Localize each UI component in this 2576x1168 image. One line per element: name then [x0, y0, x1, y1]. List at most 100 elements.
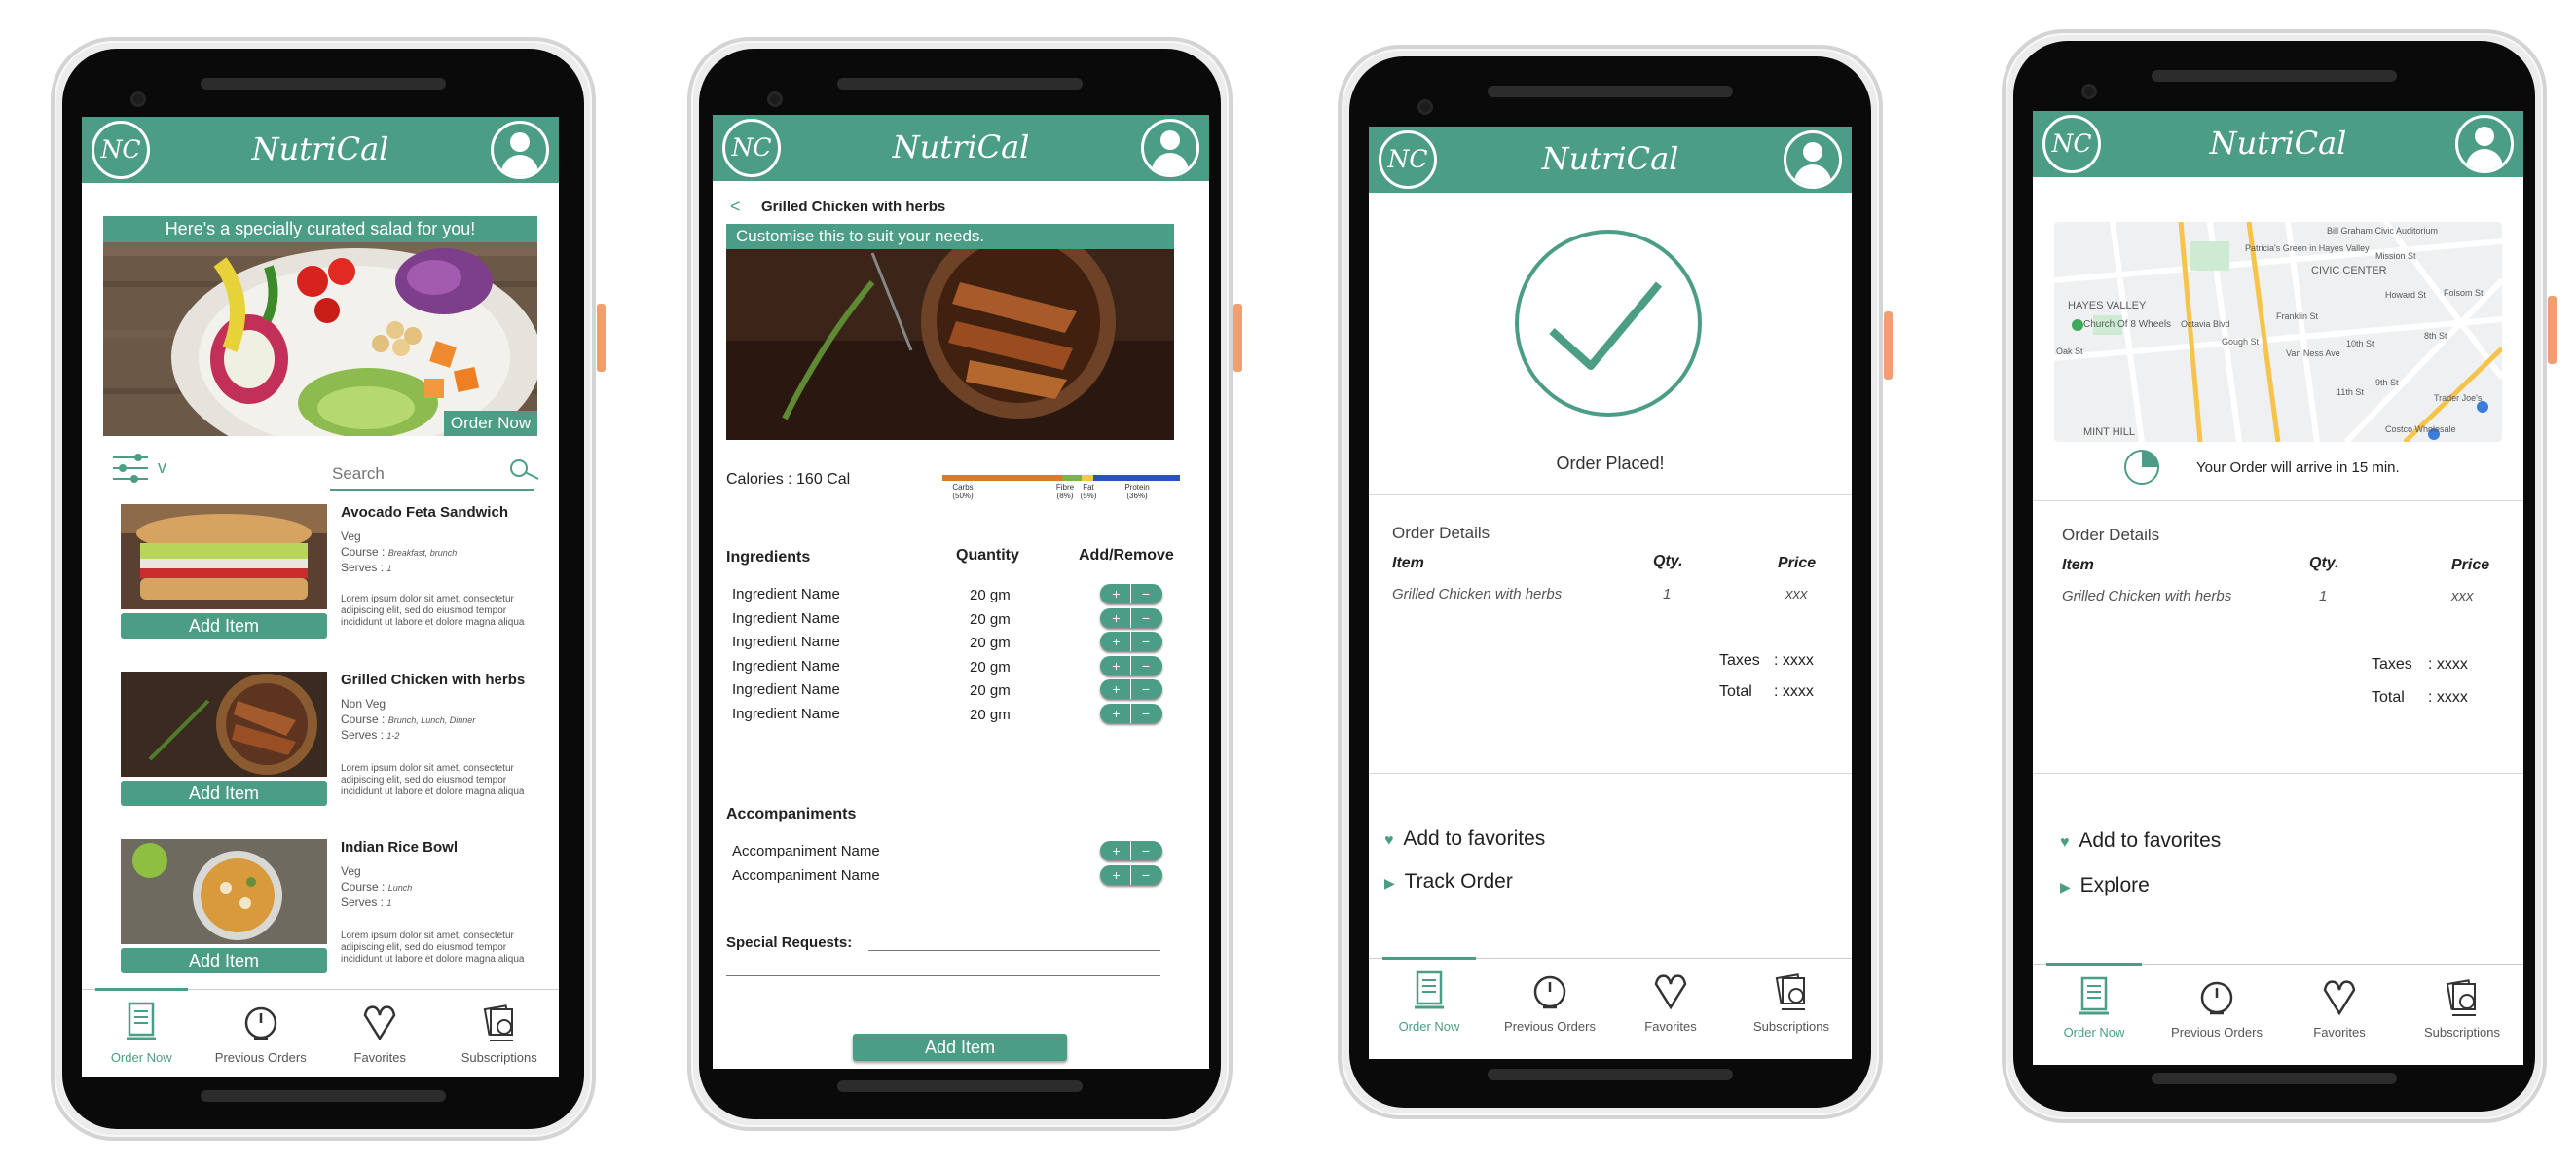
chin-speaker — [201, 1090, 446, 1102]
add-remove-stepper[interactable]: + − — [1100, 632, 1162, 651]
macro-segment — [1093, 475, 1180, 481]
app-title: NutriCal — [892, 128, 1030, 165]
delivery-map[interactable]: Bill Graham Civic Auditorium Patricia's G… — [2054, 222, 2502, 442]
back-button[interactable]: < — [730, 197, 741, 217]
list-item[interactable]: Add Item Avocado Feta Sandwich Veg Cours… — [121, 504, 530, 660]
order-now-button[interactable]: Order Now — [444, 411, 537, 436]
search-icon[interactable] — [507, 457, 540, 483]
add-remove-stepper[interactable]: + − — [1100, 607, 1162, 628]
delivery-progress-pie — [2124, 450, 2159, 485]
list-item[interactable]: Add Item Indian Rice Bowl Veg Course : L… — [121, 839, 530, 995]
tab-subscriptions[interactable]: Subscriptions — [1731, 959, 1852, 1046]
serves-label: Serves : — [341, 561, 385, 574]
add-to-favorites-link[interactable]: ♥ Add to favorites — [2060, 829, 2221, 853]
app-header: NC NutriCal — [82, 117, 559, 183]
add-item-button[interactable]: Add Item — [853, 1034, 1067, 1061]
banner-title: Here's a specially curated salad for you… — [103, 216, 537, 242]
tab-order-now[interactable]: Order Now — [1369, 957, 1490, 1046]
profile-avatar-icon[interactable] — [2455, 115, 2514, 173]
earpiece — [2152, 70, 2397, 82]
minus-button[interactable]: − — [1131, 656, 1160, 675]
add-remove-stepper[interactable]: + − — [1100, 679, 1162, 699]
map-label: Mission St — [2375, 251, 2416, 261]
tab-order-now[interactable]: Order Now — [2033, 963, 2155, 1052]
plus-button[interactable]: + — [1102, 607, 1131, 628]
add-remove-stepper[interactable]: + − — [1100, 584, 1162, 603]
add-remove-stepper[interactable]: + − — [1100, 864, 1162, 885]
tab-previous-orders[interactable]: Previous Orders — [202, 990, 321, 1077]
tab-order-now[interactable]: Order Now — [82, 988, 202, 1077]
col-price-header: Price — [2451, 557, 2490, 573]
item-description: Lorem ipsum dolor sit amet, consectetur … — [341, 763, 525, 797]
minus-button[interactable]: − — [1131, 841, 1160, 860]
plus-button[interactable]: + — [1102, 703, 1131, 723]
explore-link[interactable]: ▶ Explore — [2060, 874, 2150, 897]
filter-icon[interactable] — [111, 453, 150, 484]
power-button — [1884, 311, 1893, 380]
col-qty-header: Qty. — [2309, 555, 2339, 571]
checkmark-icon — [1515, 230, 1702, 417]
front-camera — [130, 91, 146, 107]
plus-button[interactable]: + — [1102, 841, 1131, 860]
tracking-screen: NC NutriCal Bill Graham Civic Auditorium… — [2033, 111, 2523, 1065]
tab-favorites[interactable]: Favorites — [1610, 959, 1731, 1046]
divider — [1369, 773, 1852, 774]
add-item-button[interactable]: Add Item — [121, 948, 327, 973]
course-label: Course : — [341, 545, 386, 559]
add-remove-stepper[interactable]: + − — [1100, 655, 1162, 675]
add-remove-stepper[interactable]: + − — [1100, 703, 1162, 723]
tab-previous-orders[interactable]: Previous Orders — [2155, 965, 2278, 1052]
minus-button[interactable]: − — [1131, 704, 1160, 723]
subscriptions-icon — [1775, 973, 1805, 1010]
plus-button[interactable]: + — [1102, 864, 1131, 885]
ingredient-qty: 20 gm — [970, 658, 1011, 675]
map-label: Costco Wholesale — [2385, 424, 2456, 434]
protein-label: Protein (36%) — [1124, 483, 1150, 500]
ingredient-name: Ingredient Name — [732, 657, 840, 675]
item-name: Grilled Chicken with herbs — [341, 672, 526, 688]
track-order-link[interactable]: ▶ Track Order — [1384, 870, 1513, 894]
tab-label: Order Now — [1398, 1019, 1460, 1034]
search-input[interactable] — [330, 461, 496, 487]
col-qty-header: Qty. — [1653, 553, 1683, 569]
minus-button[interactable]: − — [1131, 632, 1160, 651]
minus-button[interactable]: − — [1131, 584, 1160, 603]
plus-button[interactable]: + — [1102, 655, 1131, 675]
search-field[interactable] — [330, 459, 539, 491]
tab-previous-orders[interactable]: Previous Orders — [1490, 959, 1610, 1046]
special-requests-input-line-2[interactable] — [726, 975, 1160, 976]
add-to-favorites-link[interactable]: ♥ Add to favorites — [1384, 827, 1545, 851]
add-item-button[interactable]: Add Item — [121, 781, 327, 806]
minus-button[interactable]: − — [1131, 608, 1160, 628]
add-remove-stepper[interactable]: + − — [1100, 841, 1162, 860]
tab-subscriptions[interactable]: Subscriptions — [2401, 965, 2523, 1052]
tab-favorites[interactable]: Favorites — [2278, 965, 2401, 1052]
plus-button[interactable]: + — [1102, 632, 1131, 651]
item-description: Lorem ipsum dolor sit amet, consectetur … — [341, 931, 525, 965]
profile-avatar-icon[interactable] — [1141, 119, 1199, 177]
heart-small-icon: ♥ — [2060, 834, 2070, 851]
minus-button[interactable]: − — [1131, 865, 1160, 885]
profile-avatar-icon[interactable] — [1784, 130, 1842, 189]
divider — [1369, 494, 1852, 495]
featured-banner[interactable]: Here's a specially curated salad for you… — [103, 216, 537, 436]
add-item-button[interactable]: Add Item — [121, 613, 327, 639]
map-label: Church Of 8 Wheels — [2083, 319, 2172, 330]
add-to-favorites-label: Add to favorites — [2079, 829, 2222, 852]
order-item-name: Grilled Chicken with herbs — [2062, 588, 2232, 604]
minus-button[interactable]: − — [1131, 679, 1160, 699]
special-requests-input[interactable] — [868, 950, 1160, 951]
tab-label: Order Now — [2063, 1025, 2125, 1040]
ingredient-qty: 20 gm — [970, 587, 1011, 603]
ingredient-row: Ingredient Name 20 gm + − — [713, 607, 1209, 630]
taxes-label: Taxes — [1719, 652, 1760, 669]
tab-favorites[interactable]: Favorites — [320, 990, 440, 1077]
plus-button[interactable]: + — [1102, 584, 1131, 603]
filter-dropdown-arrow[interactable]: v — [158, 457, 166, 478]
plus-button[interactable]: + — [1102, 679, 1131, 699]
menu-list-icon — [127, 1002, 157, 1040]
tab-subscriptions[interactable]: Subscriptions — [440, 990, 560, 1077]
profile-avatar-icon[interactable] — [491, 121, 549, 179]
order-details-title: Order Details — [2062, 526, 2160, 544]
list-item[interactable]: Add Item Grilled Chicken with herbs Non … — [121, 672, 530, 827]
